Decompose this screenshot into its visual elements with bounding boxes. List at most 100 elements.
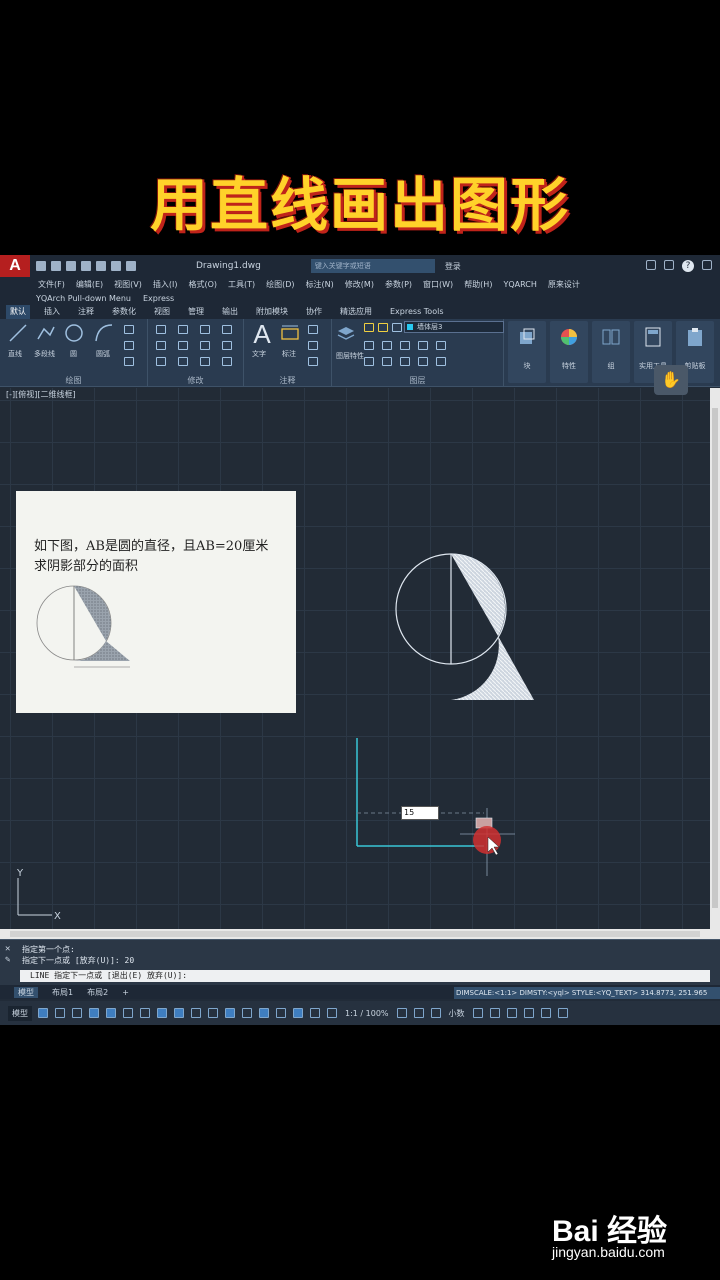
gradient-icon[interactable] <box>124 357 134 366</box>
login-button[interactable]: 登录 <box>445 261 461 272</box>
menu-original-design[interactable]: 原来设计 <box>548 279 580 290</box>
layer-tool-4-icon[interactable] <box>418 341 428 350</box>
layer-tool-9-icon[interactable] <box>418 357 428 366</box>
layer-tool-10-icon[interactable] <box>436 357 446 366</box>
tab-view[interactable]: 视图 <box>150 305 174 319</box>
quick-properties-icon[interactable] <box>472 1008 483 1018</box>
tab-collaborate[interactable]: 协作 <box>302 305 326 319</box>
cart-icon[interactable] <box>646 260 656 270</box>
autocad-logo[interactable]: A <box>0 255 30 277</box>
menu-parametric[interactable]: 参数(P) <box>385 279 412 290</box>
annotation-visibility-icon[interactable] <box>310 1008 320 1018</box>
tab-insert[interactable]: 插入 <box>40 305 64 319</box>
layer-tool-2-icon[interactable] <box>382 341 392 350</box>
tab-parametric[interactable]: 参数化 <box>108 305 140 319</box>
tab-model[interactable]: 模型 <box>14 986 38 998</box>
viewport-controls[interactable]: [-][俯视][二维线框] <box>6 389 76 400</box>
tab-annotate[interactable]: 注释 <box>74 305 98 319</box>
modify-panel-label[interactable]: 修改 <box>148 375 243 386</box>
layer-tool-7-icon[interactable] <box>382 357 392 366</box>
vertical-scrollbar[interactable] <box>710 388 720 929</box>
command-window[interactable]: ✕ ✎ 指定第一个点: 指定下一点或 [放弃(U)]: 20 LINE 指定下一… <box>0 939 720 985</box>
new-icon[interactable] <box>36 261 46 271</box>
annotation-monitor-icon[interactable] <box>413 1008 424 1018</box>
wrench-icon[interactable]: ✎ <box>5 955 15 966</box>
leader-icon[interactable] <box>308 341 318 350</box>
lock-ui-icon[interactable] <box>489 1008 500 1018</box>
horizontal-scrollbar[interactable] <box>0 929 720 939</box>
plot-icon[interactable] <box>96 261 106 271</box>
layer-tool-8-icon[interactable] <box>400 357 410 366</box>
osnap-icon[interactable] <box>174 1008 184 1018</box>
rectangle-icon[interactable] <box>124 325 134 334</box>
menu-format[interactable]: 格式(O) <box>188 279 217 290</box>
layer-freeze-icon[interactable] <box>378 323 388 332</box>
trim-icon[interactable] <box>200 325 210 334</box>
transparency-icon[interactable] <box>208 1008 218 1018</box>
tab-addins[interactable]: 附加模块 <box>252 305 292 319</box>
tab-layout2[interactable]: 布局2 <box>87 987 108 998</box>
tab-express-tools[interactable]: Express Tools <box>386 305 448 319</box>
saveas-icon[interactable] <box>81 261 91 271</box>
redo-icon[interactable] <box>126 261 136 271</box>
3d-osnap-icon[interactable] <box>242 1008 252 1018</box>
layer-properties-icon[interactable] <box>336 323 356 343</box>
menu-edit[interactable]: 编辑(E) <box>76 279 103 290</box>
fillet-icon[interactable] <box>200 341 210 350</box>
selection-cycling-icon[interactable] <box>225 1008 235 1018</box>
group-button[interactable]: 组 <box>592 321 630 383</box>
auto-scale-icon[interactable] <box>327 1008 337 1018</box>
offset-icon[interactable] <box>222 357 232 366</box>
dimension-tool-icon[interactable] <box>280 323 300 343</box>
tab-layout1[interactable]: 布局1 <box>52 987 73 998</box>
help-icon[interactable]: ? <box>682 260 694 272</box>
snap-icon[interactable] <box>55 1008 65 1018</box>
open-icon[interactable] <box>51 261 61 271</box>
isodraft-icon[interactable] <box>140 1008 150 1018</box>
annotation-scale[interactable]: 1:1 / 100% <box>345 1009 389 1018</box>
properties-button[interactable]: 特性 <box>550 321 588 383</box>
selection-filter-icon[interactable] <box>276 1008 286 1018</box>
tab-manage[interactable]: 管理 <box>184 305 208 319</box>
vertical-scroll-thumb[interactable] <box>712 408 718 908</box>
gizmo-icon[interactable] <box>293 1008 303 1018</box>
menu-dimension[interactable]: 标注(N) <box>306 279 334 290</box>
dynamic-input-field[interactable]: 15 <box>401 806 439 820</box>
hatch-icon[interactable] <box>124 341 134 350</box>
pan-hand-icon[interactable]: ✋ <box>654 365 688 395</box>
menu-insert[interactable]: 插入(I) <box>153 279 178 290</box>
rotate-icon[interactable] <box>178 325 188 334</box>
minimize-icon[interactable] <box>702 260 712 270</box>
line-tool-icon[interactable] <box>8 323 28 343</box>
drawing-viewport[interactable]: Y X 15 如下图，AB是圆的直径，且AB=20厘米 求阴影部分的面积 <box>0 388 710 929</box>
model-space-button[interactable]: 模型 <box>8 1005 32 1021</box>
circle-tool-icon[interactable] <box>64 323 84 343</box>
erase-icon[interactable] <box>222 325 232 334</box>
menu-view[interactable]: 视图(V) <box>114 279 142 290</box>
workspace-icon[interactable] <box>396 1008 407 1018</box>
units-dropdown[interactable]: 小数 <box>449 1008 465 1019</box>
menu-file[interactable]: 文件(F) <box>38 279 65 290</box>
menu-window[interactable]: 窗口(W) <box>423 279 453 290</box>
menu-help[interactable]: 帮助(H) <box>464 279 492 290</box>
add-layout-button[interactable]: + <box>122 988 129 997</box>
polyline-tool-icon[interactable] <box>36 323 56 343</box>
save-icon[interactable] <box>66 261 76 271</box>
osnap-tracking-icon[interactable] <box>157 1008 167 1018</box>
tab-featured-apps[interactable]: 精选应用 <box>336 305 376 319</box>
menu-yqarch[interactable]: YQARCH <box>503 280 536 289</box>
layer-on-icon[interactable] <box>364 323 374 332</box>
stretch-icon[interactable] <box>156 357 166 366</box>
copy-icon[interactable] <box>156 341 166 350</box>
layer-panel-label[interactable]: 图层 <box>332 375 503 386</box>
grid-icon[interactable] <box>38 1008 48 1018</box>
customization-icon[interactable] <box>557 1008 568 1018</box>
array-icon[interactable] <box>200 357 210 366</box>
circle-figure[interactable] <box>395 553 534 700</box>
lineweight-icon[interactable] <box>191 1008 201 1018</box>
tab-output[interactable]: 输出 <box>218 305 242 319</box>
layer-tool-5-icon[interactable] <box>436 341 446 350</box>
layer-tool-1-icon[interactable] <box>364 341 374 350</box>
block-button[interactable]: 块 <box>508 321 546 383</box>
command-input[interactable]: LINE 指定下一点或 [退出(E) 放弃(U)]: <box>20 970 710 982</box>
